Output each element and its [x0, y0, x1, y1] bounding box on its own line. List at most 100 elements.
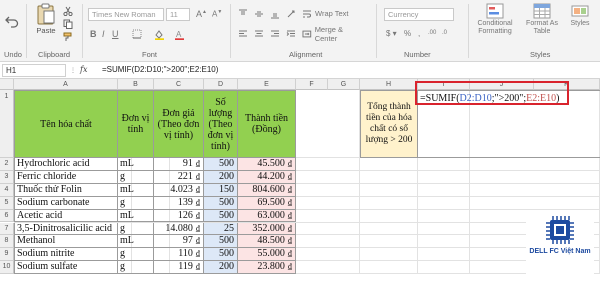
formula-input[interactable]: =SUMIF(D2:D10;">200";E2:E10): [102, 65, 218, 74]
table-cell-name[interactable]: Ferric chloride: [14, 170, 118, 184]
comma-style-button[interactable]: ,: [418, 29, 420, 38]
worksheet[interactable]: A B C D E F G H I J K 1 2 3 4 5 6 7 8 9 10 Tên hóa chất Đơn vị…: [0, 79, 600, 281]
table-cell-unit[interactable]: g: [118, 222, 154, 236]
summary-label-cell[interactable]: Tổng thành tiền của hóa chất có số lượng…: [360, 90, 418, 158]
font-name-select[interactable]: Times New Roman: [88, 8, 164, 21]
cell-styles-button[interactable]: Styles: [564, 3, 596, 47]
table-cell-total[interactable]: 44.200 ₫: [238, 170, 296, 184]
table-cell-qty[interactable]: 150: [204, 183, 238, 197]
column-header-f[interactable]: F: [296, 79, 328, 90]
table-cell-name[interactable]: Methanol: [14, 235, 118, 249]
table-cell-price[interactable]: 4.023 ₫: [154, 183, 204, 197]
table-cell-unit[interactable]: g: [118, 170, 154, 184]
orientation-button[interactable]: [284, 8, 298, 20]
conditional-formatting-button[interactable]: Conditional Formatting: [472, 3, 518, 47]
decrease-decimal-button[interactable]: .0: [442, 30, 447, 36]
row-header-1[interactable]: 1: [0, 90, 14, 158]
align-center-button[interactable]: [252, 28, 266, 40]
table-cell-total[interactable]: 55.000 ₫: [238, 248, 296, 262]
table-cell-price[interactable]: 97 ₫: [154, 235, 204, 249]
table-cell-name[interactable]: Sodium nitrite: [14, 248, 118, 262]
align-left-button[interactable]: [236, 28, 250, 40]
table-cell-total[interactable]: 69.500 ₫: [238, 196, 296, 210]
paste-button[interactable]: Paste: [33, 3, 59, 47]
table-cell-qty[interactable]: 200: [204, 170, 238, 184]
format-painter-button[interactable]: [62, 31, 74, 42]
table-cell-name[interactable]: Hydrochloric acid: [14, 158, 118, 171]
italic-button[interactable]: I: [102, 29, 105, 39]
align-top-button[interactable]: [236, 8, 250, 20]
borders-button[interactable]: [130, 28, 144, 40]
table-cell-name[interactable]: Acetic acid: [14, 209, 118, 223]
table-cell-price[interactable]: 91 ₫: [154, 158, 204, 171]
table-cell-price[interactable]: 139 ₫: [154, 196, 204, 210]
table-cell-price[interactable]: 119 ₫: [154, 261, 204, 275]
table-cell-qty[interactable]: 500: [204, 158, 238, 171]
column-header-a[interactable]: A: [14, 79, 118, 90]
table-cell-total[interactable]: 48.500 ₫: [238, 235, 296, 249]
table-cell-total[interactable]: 23.800 ₫: [238, 261, 296, 275]
header-cell-qty[interactable]: Số lượng (Theo đơn vị tính): [204, 90, 238, 158]
indent-button[interactable]: [284, 28, 298, 40]
row-header-2[interactable]: 2: [0, 158, 14, 171]
column-header-g[interactable]: G: [328, 79, 360, 90]
name-box[interactable]: H1: [2, 64, 66, 77]
select-all-corner[interactable]: [0, 79, 14, 90]
table-cell-unit[interactable]: g: [118, 248, 154, 262]
percent-style-button[interactable]: %: [404, 29, 411, 38]
row-header-6[interactable]: 6: [0, 209, 14, 223]
align-right-button[interactable]: [268, 28, 282, 40]
table-cell-total[interactable]: 804.600 ₫: [238, 183, 296, 197]
increase-decimal-button[interactable]: .00: [428, 30, 436, 36]
header-cell-name[interactable]: Tên hóa chất: [14, 90, 118, 158]
header-cell-total[interactable]: Thành tiền (Đồng): [238, 90, 296, 158]
table-cell-total[interactable]: 63.000 ₫: [238, 209, 296, 223]
table-cell-unit[interactable]: g: [118, 261, 154, 275]
table-cell-qty[interactable]: 500: [204, 209, 238, 223]
font-color-button[interactable]: A: [172, 28, 186, 40]
cut-button[interactable]: [62, 5, 74, 16]
table-cell-price[interactable]: 221 ₫: [154, 170, 204, 184]
row-header-10[interactable]: 10: [0, 261, 14, 275]
table-cell-name[interactable]: Sodium carbonate: [14, 196, 118, 210]
table-cell-qty[interactable]: 500: [204, 235, 238, 249]
table-cell-total[interactable]: 45.500 ₫: [238, 158, 296, 171]
column-header-c[interactable]: C: [154, 79, 204, 90]
table-cell-qty[interactable]: 25: [204, 222, 238, 236]
table-cell-unit[interactable]: g: [118, 196, 154, 210]
header-cell-price[interactable]: Đơn giá (Theo đơn vị tính): [154, 90, 204, 158]
row-header-3[interactable]: 3: [0, 170, 14, 184]
row-header-5[interactable]: 5: [0, 196, 14, 210]
row-header-4[interactable]: 4: [0, 183, 14, 197]
font-shrink-button[interactable]: A▼: [212, 9, 222, 19]
table-cell-unit[interactable]: mL: [118, 183, 154, 197]
table-cell-price[interactable]: 126 ₫: [154, 209, 204, 223]
table-cell-qty[interactable]: 200: [204, 261, 238, 275]
font-grow-button[interactable]: A▲: [196, 9, 207, 19]
table-cell-name[interactable]: Thuốc thử Folin: [14, 183, 118, 197]
fill-color-button[interactable]: [152, 28, 166, 40]
merge-center-button[interactable]: Merge & Center: [302, 25, 366, 43]
wrap-text-button[interactable]: Wrap Text: [302, 7, 352, 20]
table-cell-qty[interactable]: 500: [204, 196, 238, 210]
row-header-7[interactable]: 7: [0, 222, 14, 236]
table-cell-price[interactable]: 110 ₫: [154, 248, 204, 262]
underline-button[interactable]: U: [112, 29, 119, 39]
table-cell-name[interactable]: 3,5-Dinitrosalicilic acid: [14, 222, 118, 236]
accounting-format-button[interactable]: $ ▾: [386, 29, 397, 38]
table-cell-unit[interactable]: mL: [118, 158, 154, 171]
table-cell-qty[interactable]: 500: [204, 248, 238, 262]
column-header-b[interactable]: B: [118, 79, 154, 90]
column-header-h[interactable]: H: [360, 79, 418, 90]
table-cell-name[interactable]: Sodium sulfate: [14, 261, 118, 275]
column-header-e[interactable]: E: [238, 79, 296, 90]
row-header-9[interactable]: 9: [0, 248, 14, 262]
undo-button[interactable]: [3, 6, 21, 36]
align-middle-button[interactable]: [252, 8, 266, 20]
font-size-select[interactable]: 11: [166, 8, 190, 21]
format-as-table-button[interactable]: Format As Table: [522, 3, 562, 47]
table-cell-price[interactable]: 14.080 ₫: [154, 222, 204, 236]
copy-button[interactable]: [62, 18, 74, 29]
row-header-8[interactable]: 8: [0, 235, 14, 249]
insert-function-button[interactable]: fx: [80, 65, 87, 74]
